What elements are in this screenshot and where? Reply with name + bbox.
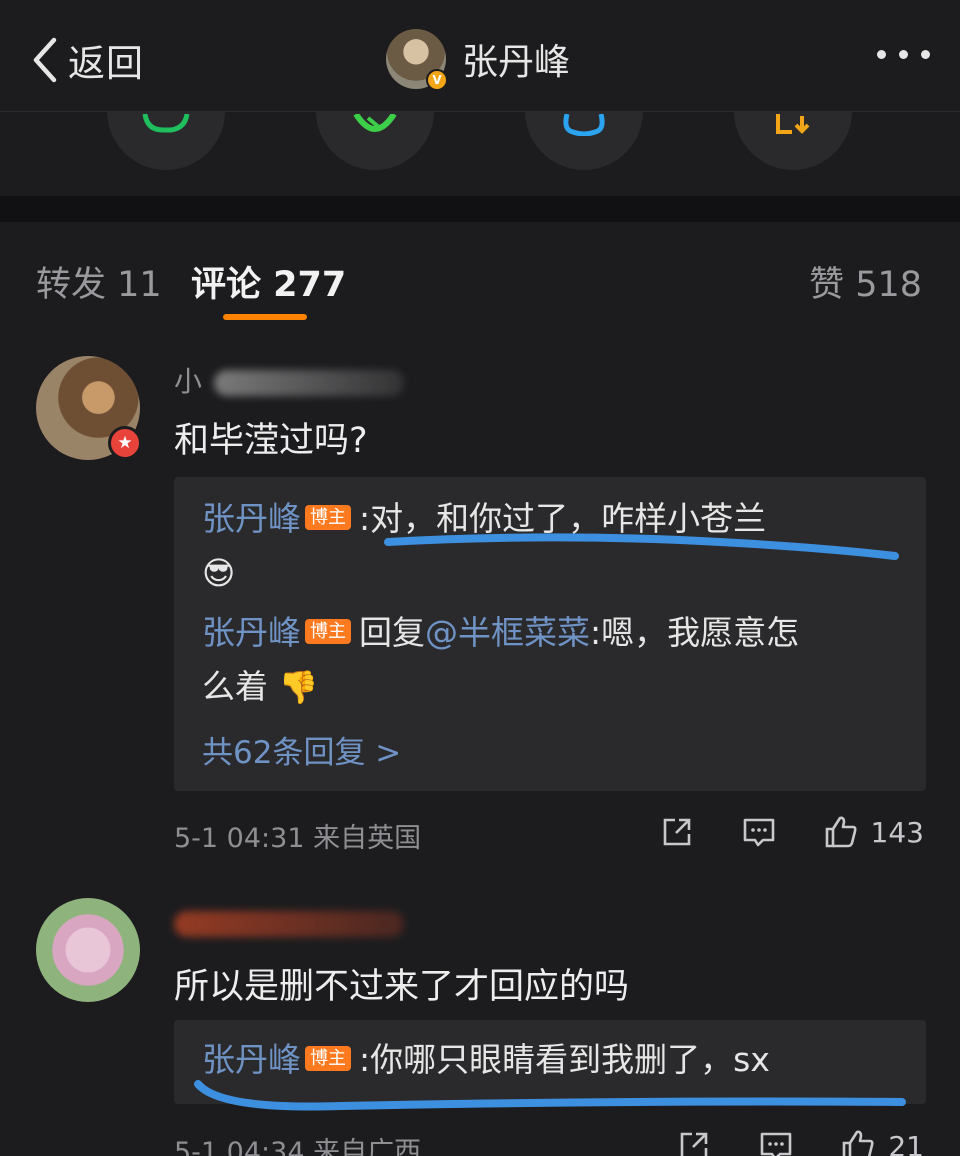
reply-word: 回复 <box>359 613 425 652</box>
save-icon <box>776 114 810 134</box>
reply-text: 你哪只眼睛看到我删了，sx <box>370 1040 770 1079</box>
tab-bar: 转发 11 评论 277 赞 518 <box>0 222 960 340</box>
sunglasses-emoji-icon: 😎 <box>202 554 236 592</box>
tab-comments[interactable]: 评论 277 <box>191 256 346 307</box>
like-button[interactable]: 143 <box>823 814 924 850</box>
repost-icon[interactable] <box>659 814 695 850</box>
active-tab-indicator <box>223 314 307 320</box>
author-badge: 博主 <box>305 618 351 645</box>
avatar[interactable] <box>36 898 140 1002</box>
page-title: 张丹峰 <box>462 42 571 83</box>
reply-author[interactable]: 张丹峰 <box>202 1040 301 1079</box>
comment-meta: 5-1 04:31 来自英国 <box>174 816 421 855</box>
save-button[interactable] <box>734 112 852 170</box>
comment-item: ★ 小 和毕滢过吗? 张丹峰 博主:对，和你过了，咋样小苍兰 😎 张丹峰 博主 回复@… <box>0 340 960 870</box>
reply-text: :嗯，我愿意怎 <box>590 613 800 652</box>
comment-text: 所以是删不过来了才回应的吗 <box>174 967 630 1007</box>
dot-icon <box>877 50 886 59</box>
dot-icon <box>899 50 908 59</box>
member-badge: ★ <box>108 426 142 460</box>
author-badge: 博主 <box>305 1045 351 1072</box>
reply-separator: : <box>359 499 371 538</box>
avatar[interactable]: V <box>386 29 448 91</box>
thumbs-up-icon <box>843 1130 874 1156</box>
reply-line: 张丹峰 博主:你哪只眼睛看到我删了，sx <box>202 1040 770 1080</box>
dot-icon <box>921 50 930 59</box>
reply-text: 对，和你过了，咋样小苍兰 <box>370 499 767 538</box>
like-count: 143 <box>870 815 924 849</box>
reply-line-continued: 么着 👎 <box>202 667 318 707</box>
source-location: 来自英国 <box>313 823 422 854</box>
redacted-username <box>214 370 405 396</box>
chevron-left-icon <box>33 37 57 83</box>
qq-icon <box>563 114 605 136</box>
share-moments-button[interactable] <box>316 112 434 170</box>
comment-icon[interactable] <box>758 1128 794 1156</box>
share-row <box>0 112 960 196</box>
reply-line: 张丹峰 博主 回复@半框菜菜:嗯，我愿意怎 <box>202 613 799 653</box>
tab-reposts[interactable]: 转发 11 <box>36 256 162 307</box>
tab-likes[interactable]: 赞 518 <box>809 256 922 307</box>
reply-author[interactable]: 张丹峰 <box>202 613 301 652</box>
share-qq-button[interactable] <box>525 112 643 170</box>
thumbs-up-icon <box>825 816 857 848</box>
comment-icon[interactable] <box>741 814 777 850</box>
replies-box[interactable]: 张丹峰 博主:你哪只眼睛看到我删了，sx <box>174 1020 926 1104</box>
replies-box[interactable]: 张丹峰 博主:对，和你过了，咋样小苍兰 😎 张丹峰 博主 回复@半框菜菜:嗯，我愿意怎… <box>174 477 926 791</box>
weibo-comments-page: 返回 V 张丹峰 转发 11 评论 277 赞 518 ★ 小 和毕滢过吗? 张… <box>0 0 960 1156</box>
like-button[interactable]: 21 <box>840 1128 924 1156</box>
username[interactable]: 小 <box>174 360 405 400</box>
verified-badge: V <box>426 69 448 91</box>
comment-text: 和毕滢过吗? <box>174 421 368 461</box>
thumbs-down-emoji-icon: 👎 <box>278 668 319 706</box>
redacted-username <box>174 911 404 937</box>
source-location: 来自广西 <box>313 1137 422 1156</box>
timestamp: 5-1 04:31 <box>174 823 305 854</box>
more-menu-button[interactable] <box>877 50 930 59</box>
repost-icon[interactable] <box>676 1128 712 1156</box>
profile-title[interactable]: V 张丹峰 <box>386 28 571 91</box>
reply-text: 么着 <box>202 667 268 706</box>
top-bar: 返回 V 张丹峰 <box>0 0 960 112</box>
author-badge: 博主 <box>305 504 351 531</box>
back-label: 返回 <box>68 42 144 85</box>
moments-icon <box>353 114 397 132</box>
mention-link[interactable]: @半框菜菜 <box>425 613 590 652</box>
comment-actions: 21 <box>676 1128 924 1156</box>
view-more-replies-link[interactable]: 共62条回复 > <box>202 727 401 772</box>
username[interactable] <box>174 906 404 939</box>
back-button[interactable]: 返回 <box>28 34 144 86</box>
reply-line: 张丹峰 博主:对，和你过了，咋样小苍兰 <box>202 499 766 539</box>
comment-meta: 5-1 04:34 来自广西 <box>174 1130 421 1156</box>
reply-author[interactable]: 张丹峰 <box>202 499 301 538</box>
reply-separator: : <box>359 1040 371 1079</box>
reply-line-continued: 😎 <box>202 553 235 593</box>
like-count: 21 <box>888 1129 924 1156</box>
section-divider <box>0 196 960 222</box>
share-wechat-button[interactable] <box>107 112 225 170</box>
wechat-icon <box>142 114 190 133</box>
comment-actions: 143 <box>659 814 924 850</box>
timestamp: 5-1 04:34 <box>174 1137 305 1156</box>
comment-item: 所以是删不过来了才回应的吗 张丹峰 博主:你哪只眼睛看到我删了，sx 5-1 04… <box>0 888 960 1156</box>
